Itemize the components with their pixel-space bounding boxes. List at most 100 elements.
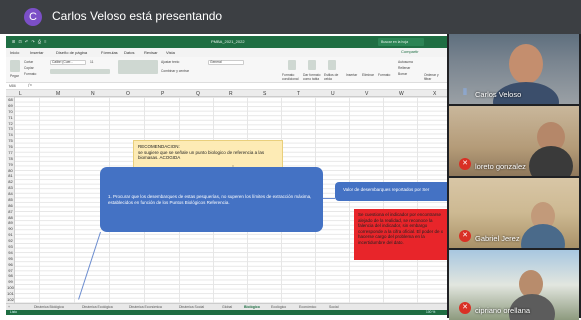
row-header[interactable]: 93: [6, 244, 15, 249]
function-icon[interactable]: ƒx: [28, 83, 32, 87]
row-header[interactable]: 75: [6, 138, 15, 143]
merge-center-button[interactable]: Combinar y centrar: [161, 69, 189, 73]
menu-item[interactable]: Vista: [166, 50, 175, 55]
row-header[interactable]: 79: [6, 162, 15, 167]
number-format-label: General: [210, 60, 222, 64]
autosum-button[interactable]: Autosuma: [398, 60, 413, 64]
row-header[interactable]: 69: [6, 103, 15, 108]
clear-button[interactable]: Borrar: [398, 72, 407, 76]
recommendation-text: RECOMENDACION: se sugiere que se señale …: [138, 144, 265, 160]
format-painter-button[interactable]: Formato: [24, 72, 36, 76]
fill-button[interactable]: Rellenar: [398, 66, 410, 70]
row-header[interactable]: 91: [6, 232, 15, 237]
row-header[interactable]: 70: [6, 109, 15, 114]
conditional-format-icon[interactable]: [288, 60, 296, 70]
row-header[interactable]: 100: [6, 285, 15, 290]
sheet-tab[interactable]: Dinámica Social: [179, 305, 204, 309]
row-header[interactable]: 92: [6, 238, 15, 243]
row-header[interactable]: 71: [6, 115, 15, 120]
row-header[interactable]: 80: [6, 168, 15, 173]
row-header[interactable]: 82: [6, 179, 15, 184]
row-header[interactable]: 94: [6, 250, 15, 255]
sheet-tab-bar: + Dinámica Biológica Dinámica Ecológica …: [6, 303, 447, 310]
font-size[interactable]: 11: [90, 60, 93, 64]
row-header[interactable]: 97: [6, 268, 15, 273]
participant-tile[interactable]: ✕ loreto gonzalez: [449, 106, 579, 176]
sheet-tab[interactable]: Ecológico: [271, 305, 286, 309]
row-header[interactable]: 86: [6, 203, 15, 208]
excel-menu-bar: Inicio Insertar Diseño de página Fórmula…: [6, 48, 447, 57]
alignment-buttons[interactable]: [118, 60, 158, 74]
mic-off-icon: ✕: [459, 302, 471, 314]
mic-off-icon: ✕: [459, 158, 471, 170]
row-header[interactable]: 85: [6, 197, 15, 202]
row-header[interactable]: 74: [6, 132, 15, 137]
menu-item[interactable]: Revisar: [144, 50, 158, 55]
participant-panel: ⦀ Carlos Veloso ✕ loreto gonzalez ✕ Gabr…: [447, 34, 581, 320]
row-header[interactable]: 89: [6, 220, 15, 225]
objective-shape[interactable]: 1. Procurar que los desembarques de esta…: [100, 167, 323, 232]
row-header[interactable]: 72: [6, 121, 15, 126]
sheet-tab[interactable]: Global: [222, 305, 232, 309]
delete-cells-button[interactable]: Eliminar: [362, 73, 374, 77]
row-header[interactable]: 84: [6, 191, 15, 196]
row-header[interactable]: 98: [6, 273, 15, 278]
sheet-tab[interactable]: Económico: [299, 305, 316, 309]
font-style-buttons[interactable]: [50, 69, 110, 74]
sort-filter-button[interactable]: Ordenar y filtrar: [424, 73, 444, 81]
copy-button[interactable]: Copiar: [24, 66, 34, 70]
name-box[interactable]: M86: [9, 84, 16, 88]
cut-button[interactable]: Cortar: [24, 60, 33, 64]
sheet-tab-active[interactable]: Biológico: [244, 305, 260, 309]
shared-screen: ⊞ ⊡ ↶ ↷ ⎙ ≡ PMBA_2021_2022 Buscar en la …: [6, 36, 447, 315]
row-header[interactable]: 90: [6, 226, 15, 231]
row-header[interactable]: 88: [6, 215, 15, 220]
row-headers: 68 69 70 71 72 73 74 75 76 77 78 79 80 81 82 83 84 85 86 87…: [6, 97, 15, 303]
participant-tile[interactable]: ⦀ Carlos Veloso: [449, 34, 579, 104]
search-input[interactable]: Buscar en la hoja: [378, 38, 424, 46]
indicator-shape[interactable]: Valor de desembarques reportados por Ser: [335, 182, 447, 201]
row-header[interactable]: 73: [6, 126, 15, 131]
excel-ribbon: Pegar Cortar Copiar Formato Calibri (Cue…: [6, 57, 447, 83]
participant-name: cipriano orellana: [475, 306, 531, 315]
menu-item[interactable]: Datos: [124, 50, 134, 55]
font-name: Calibri (Cuer...: [52, 60, 74, 64]
participant-name: Carlos Veloso: [475, 90, 522, 99]
zoom-level[interactable]: 100 %: [426, 310, 435, 314]
row-header[interactable]: 76: [6, 144, 15, 149]
quick-access-toolbar[interactable]: ⊞ ⊡ ↶ ↷ ⎙ ≡: [12, 39, 48, 44]
row-header[interactable]: 87: [6, 209, 15, 214]
row-header[interactable]: 102: [6, 297, 15, 302]
menu-item[interactable]: Diseño de página: [56, 50, 87, 55]
participant-tile[interactable]: ✕ Gabriel Jerez: [449, 178, 579, 248]
insert-cells-button[interactable]: Insertar: [346, 73, 357, 77]
row-header[interactable]: 68: [6, 97, 15, 102]
row-header[interactable]: 95: [6, 256, 15, 261]
add-sheet-icon[interactable]: +: [8, 305, 10, 309]
share-button[interactable]: Compartir: [401, 49, 419, 54]
row-header[interactable]: 83: [6, 185, 15, 190]
file-title: PMBA_2021_2022: [211, 39, 245, 44]
paste-icon[interactable]: [10, 60, 20, 72]
sheet-tab[interactable]: Dinámica Ecológica: [82, 305, 113, 309]
alert-note[interactable]: Se cuestiona el indicador por encontrars…: [354, 209, 447, 260]
cell-styles-icon[interactable]: [328, 60, 336, 70]
sheet-tab[interactable]: Social: [329, 305, 339, 309]
menu-item[interactable]: Insertar: [30, 50, 44, 55]
row-header[interactable]: 99: [6, 279, 15, 284]
row-header[interactable]: 101: [6, 291, 15, 296]
row-header[interactable]: 96: [6, 262, 15, 267]
menu-item[interactable]: Inicio: [10, 50, 19, 55]
row-header[interactable]: 78: [6, 156, 15, 161]
row-header[interactable]: 77: [6, 150, 15, 155]
wrap-text-button[interactable]: Ajustar texto: [161, 60, 179, 64]
format-cells-button[interactable]: Formato: [378, 73, 390, 77]
sheet-tab[interactable]: Dinámica Biológica: [34, 305, 64, 309]
formula-bar[interactable]: M86 ƒx: [6, 83, 447, 90]
sheet-tab[interactable]: Dinámica Económica: [129, 305, 162, 309]
participant-tile[interactable]: ✕ cipriano orellana: [449, 250, 579, 320]
table-format-icon[interactable]: [308, 60, 316, 70]
mic-on-icon: ⦀: [463, 87, 467, 97]
row-header[interactable]: 81: [6, 173, 15, 178]
menu-item[interactable]: Fórmulas: [101, 50, 118, 55]
